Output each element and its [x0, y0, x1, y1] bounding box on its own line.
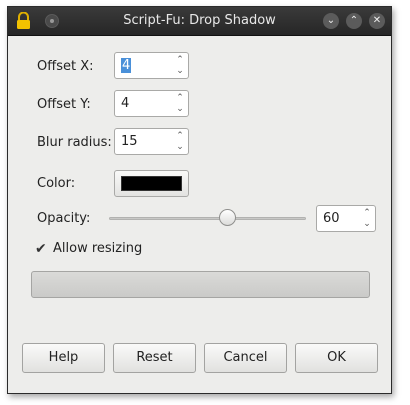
opacity-down-icon[interactable]: ⌄ [362, 219, 372, 229]
title-bar: Script-Fu: Drop Shadow ⌄ ⌃ ✕ [8, 7, 391, 36]
allow-resizing-label[interactable]: Allow resizing [53, 241, 142, 256]
offset-x-down-icon[interactable]: ⌄ [175, 66, 185, 76]
blur-radius-down-icon[interactable]: ⌄ [175, 142, 185, 152]
maximize-button[interactable]: ⌃ [346, 13, 362, 29]
reset-button[interactable]: Reset [113, 343, 196, 373]
dialog-window: Script-Fu: Drop Shadow ⌄ ⌃ ✕ Offset X: 4… [7, 6, 392, 394]
offset-x-spinbox[interactable]: 4 ⌃ ⌄ [114, 52, 189, 79]
offset-y-value[interactable]: 4 [121, 96, 129, 111]
blur-radius-value[interactable]: 15 [121, 134, 138, 149]
offset-x-up-icon[interactable]: ⌃ [175, 55, 185, 65]
opacity-value[interactable]: 60 [323, 211, 340, 226]
help-button[interactable]: Help [22, 343, 105, 373]
ok-button[interactable]: OK [295, 343, 378, 373]
color-label: Color: [37, 176, 76, 191]
progress-bar [31, 271, 370, 298]
color-swatch [121, 176, 182, 191]
allow-resizing-checkbox[interactable]: ✔ [35, 242, 49, 256]
opacity-slider-track[interactable] [109, 217, 306, 220]
offset-x-value[interactable]: 4 [121, 58, 132, 73]
offset-y-down-icon[interactable]: ⌄ [175, 104, 185, 114]
color-button[interactable] [114, 170, 189, 197]
opacity-up-icon[interactable]: ⌃ [362, 208, 372, 218]
offset-y-spinbox[interactable]: 4 ⌃ ⌄ [114, 90, 189, 117]
blur-radius-label: Blur radius: [37, 135, 112, 150]
offset-y-label: Offset Y: [37, 97, 91, 112]
opacity-label: Opacity: [37, 211, 91, 226]
offset-y-up-icon[interactable]: ⌃ [175, 93, 185, 103]
blur-radius-spinbox[interactable]: 15 ⌃ ⌄ [114, 128, 189, 155]
offset-x-label: Offset X: [37, 59, 94, 74]
blur-radius-up-icon[interactable]: ⌃ [175, 131, 185, 141]
opacity-slider-handle[interactable] [218, 209, 236, 226]
close-button[interactable]: ✕ [369, 13, 385, 29]
cancel-button[interactable]: Cancel [204, 343, 287, 373]
opacity-spinbox[interactable]: 60 ⌃ ⌄ [316, 205, 376, 232]
minimize-button[interactable]: ⌄ [323, 13, 339, 29]
